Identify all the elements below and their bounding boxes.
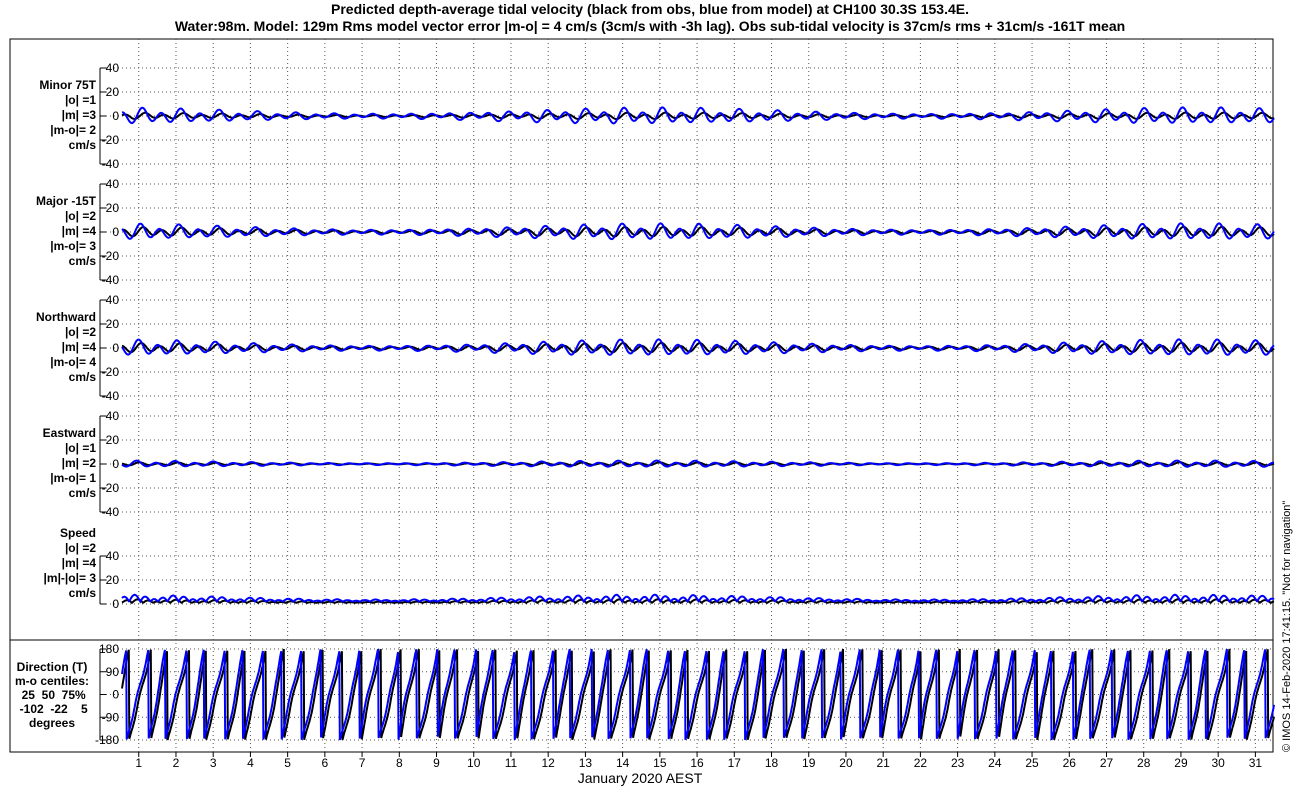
- direction-y-tick-label: 90: [106, 665, 120, 679]
- x-tick-label: 26: [1063, 756, 1077, 770]
- x-tick-label: 14: [616, 756, 630, 770]
- x-tick-label: 18: [765, 756, 779, 770]
- eastward-y-tick-label: -20: [102, 481, 120, 495]
- major-y-tick-label: -20: [102, 249, 120, 263]
- direction-y-tick-label: 0: [112, 688, 119, 702]
- x-tick-label: 23: [951, 756, 965, 770]
- x-tick-label: 25: [1025, 756, 1039, 770]
- direction-panel-label: Direction (T) m-o centiles: 25 50 75% -1…: [14, 660, 89, 730]
- minor-y-tick-label: -40: [102, 157, 120, 171]
- speed-panel-label: Speed |o| =2 |m| =4 |m|-|o|= 3 cm/s: [43, 526, 96, 600]
- x-tick-label: 7: [359, 756, 366, 770]
- speed-y-tick-label: 40: [106, 549, 120, 563]
- x-tick-label: 24: [988, 756, 1002, 770]
- northward-y-tick-label: 20: [106, 317, 120, 331]
- minor-y-tick-label: 0: [112, 109, 119, 123]
- major-y-tick-label: -40: [102, 273, 120, 287]
- x-tick-label: 5: [284, 756, 291, 770]
- x-tick-label: 11: [505, 756, 518, 770]
- speed-y-tick-label: 0: [112, 597, 119, 611]
- x-tick-label: 13: [579, 756, 593, 770]
- chart-frame: [9, 38, 1274, 753]
- major-y-tick-label: 20: [106, 201, 120, 215]
- x-tick-label: 12: [542, 756, 556, 770]
- x-tick-label: 15: [653, 756, 667, 770]
- copyright-notice: © IMOS 14-Feb-2020 17:41:15. "Not for na…: [1281, 500, 1293, 752]
- x-tick-label: 17: [728, 756, 742, 770]
- x-tick-label: 29: [1174, 756, 1188, 770]
- x-tick-label: 27: [1100, 756, 1114, 770]
- x-tick-label: 28: [1137, 756, 1151, 770]
- major-panel-label: Major -15T |o| =2 |m| =4 |m-o|= 3 cm/s: [35, 194, 96, 268]
- x-tick-label: 30: [1211, 756, 1225, 770]
- major-y-tick-label: 40: [106, 177, 120, 191]
- eastward-y-tick-label: 0: [112, 457, 119, 471]
- x-tick-label: 22: [914, 756, 928, 770]
- major-y-tick-label: 0: [112, 225, 119, 239]
- eastward-y-tick-label: 40: [106, 409, 120, 423]
- x-tick-label: 4: [247, 756, 254, 770]
- x-axis-label: January 2020 AEST: [577, 770, 703, 786]
- x-tick-label: 1: [135, 756, 142, 770]
- northward-panel-label: Northward |o| =2 |m| =4 |m-o|= 4 cm/s: [36, 310, 96, 384]
- eastward-y-tick-label: 20: [106, 433, 120, 447]
- speed-y-tick-label: 20: [106, 573, 120, 587]
- direction-y-tick-label: -180: [95, 733, 119, 747]
- minor-panel-label: Minor 75T |o| =1 |m| =3 |m-o|= 2 cm/s: [39, 78, 96, 152]
- tidal-velocity-chart: 1 2 3 4 5 6 7 8 9 10 11 12 13 14 15 16 17 18 19 20 21 22 23 24 2…: [9, 38, 1275, 770]
- x-tick-label: 16: [690, 756, 704, 770]
- eastward-y-tick-label: -40: [102, 505, 120, 519]
- x-tick-label: 19: [802, 756, 816, 770]
- x-tick-label: 21: [876, 756, 890, 770]
- northward-y-tick-label: 0: [112, 341, 119, 355]
- minor-y-tick-label: 20: [106, 85, 120, 99]
- x-tick-label: 8: [396, 756, 403, 770]
- x-tick-label: 31: [1249, 756, 1263, 770]
- minor-y-tick-label: -20: [102, 133, 120, 147]
- minor-y-tick-label: 40: [106, 61, 120, 75]
- x-tick-label: 10: [467, 756, 481, 770]
- northward-y-tick-label: -20: [102, 365, 120, 379]
- northward-y-tick-label: 40: [106, 293, 120, 307]
- northward-y-tick-label: -40: [102, 389, 120, 403]
- direction-y-tick-label: 180: [99, 642, 119, 656]
- eastward-panel-label: Eastward |o| =1 |m| =2 |m-o|= 1 cm/s: [42, 426, 96, 500]
- x-tick-label: 9: [433, 756, 440, 770]
- direction-y-tick-label: -90: [102, 710, 120, 724]
- x-tick-label: 6: [322, 756, 329, 770]
- x-tick-label: 3: [210, 756, 217, 770]
- x-tick-label: 2: [173, 756, 180, 770]
- x-tick-label: 20: [839, 756, 853, 770]
